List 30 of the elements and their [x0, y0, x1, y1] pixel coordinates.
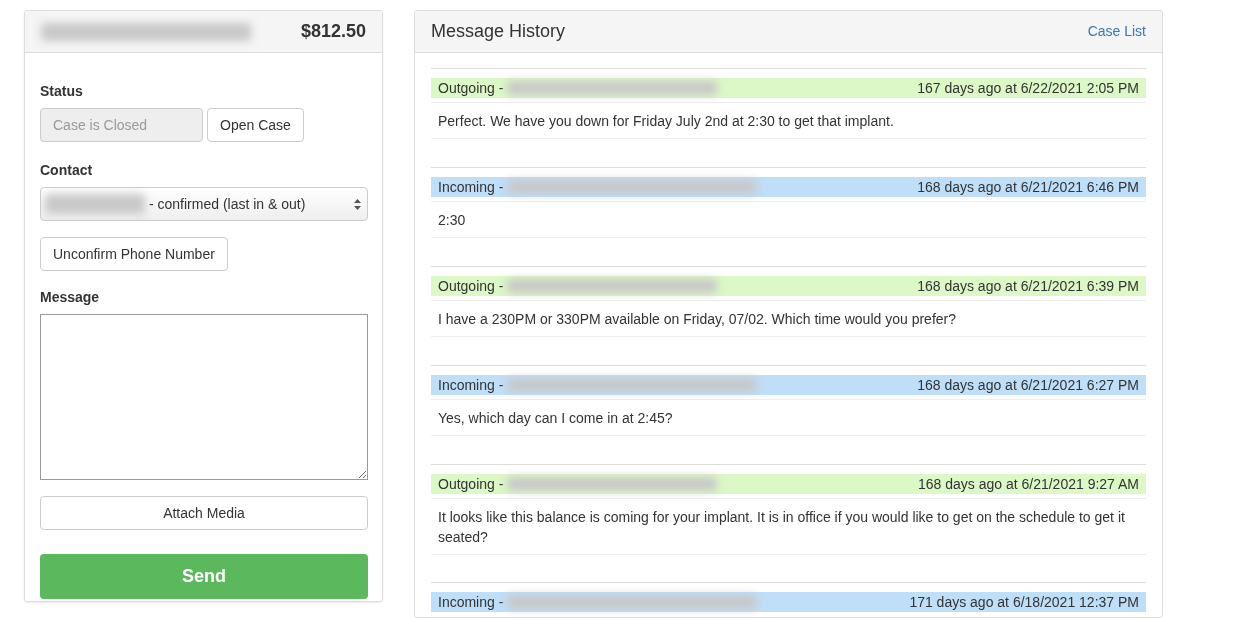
- direction-label: Incoming -: [438, 177, 504, 197]
- attach-media-button[interactable]: Attach Media: [40, 496, 368, 530]
- unconfirm-phone-button[interactable]: Unconfirm Phone Number: [40, 237, 228, 271]
- contact-label: Contact: [40, 161, 94, 180]
- message-text: I have a 230PM or 330PM available on Friday, 07/02. Which time would you prefer?: [431, 300, 1146, 337]
- direction-label: Outgoing -: [438, 78, 504, 98]
- contact-select[interactable]: - confirmed (last in & out): [40, 187, 368, 221]
- message-label: Message: [40, 288, 101, 307]
- panel-title: Message History: [431, 20, 566, 43]
- updown-arrows-icon: [354, 198, 361, 210]
- open-case-button[interactable]: Open Case: [207, 108, 304, 142]
- case-list-link[interactable]: Case List: [1087, 21, 1146, 42]
- status-label: Status: [40, 82, 84, 101]
- case-amount: $812.50: [300, 20, 366, 43]
- message-input[interactable]: [40, 314, 368, 480]
- status-field: Case is Closed: [40, 108, 203, 142]
- message-time: 168 days ago at 6/21/2021 6:46 PM: [917, 177, 1139, 197]
- direction-label: Outgoing -: [438, 276, 504, 296]
- message-text: Perfect. We have you down for Friday July 2nd at 2:30 to get that implant.: [431, 102, 1146, 139]
- direction-label: Incoming -: [438, 375, 504, 395]
- message-time: 167 days ago at 6/22/2021 2:05 PM: [917, 78, 1139, 98]
- message-time: 168 days ago at 6/21/2021 9:27 AM: [917, 474, 1139, 494]
- message-time: 168 days ago at 6/21/2021 6:39 PM: [917, 276, 1139, 296]
- direction-label: Incoming -: [438, 592, 504, 612]
- message-text: 2:30: [431, 201, 1146, 238]
- message-text: Yes, which day can I come in at 2:45?: [431, 399, 1146, 436]
- direction-label: Outgoing -: [438, 474, 504, 494]
- message-text: It looks like this balance is coming for your implant. It is in office if you would like to get on the schedule to get it seated?: [431, 498, 1146, 555]
- message-time: 168 days ago at 6/21/2021 6:27 PM: [917, 375, 1139, 395]
- message-time: 171 days ago at 6/18/2021 12:37 PM: [909, 592, 1139, 612]
